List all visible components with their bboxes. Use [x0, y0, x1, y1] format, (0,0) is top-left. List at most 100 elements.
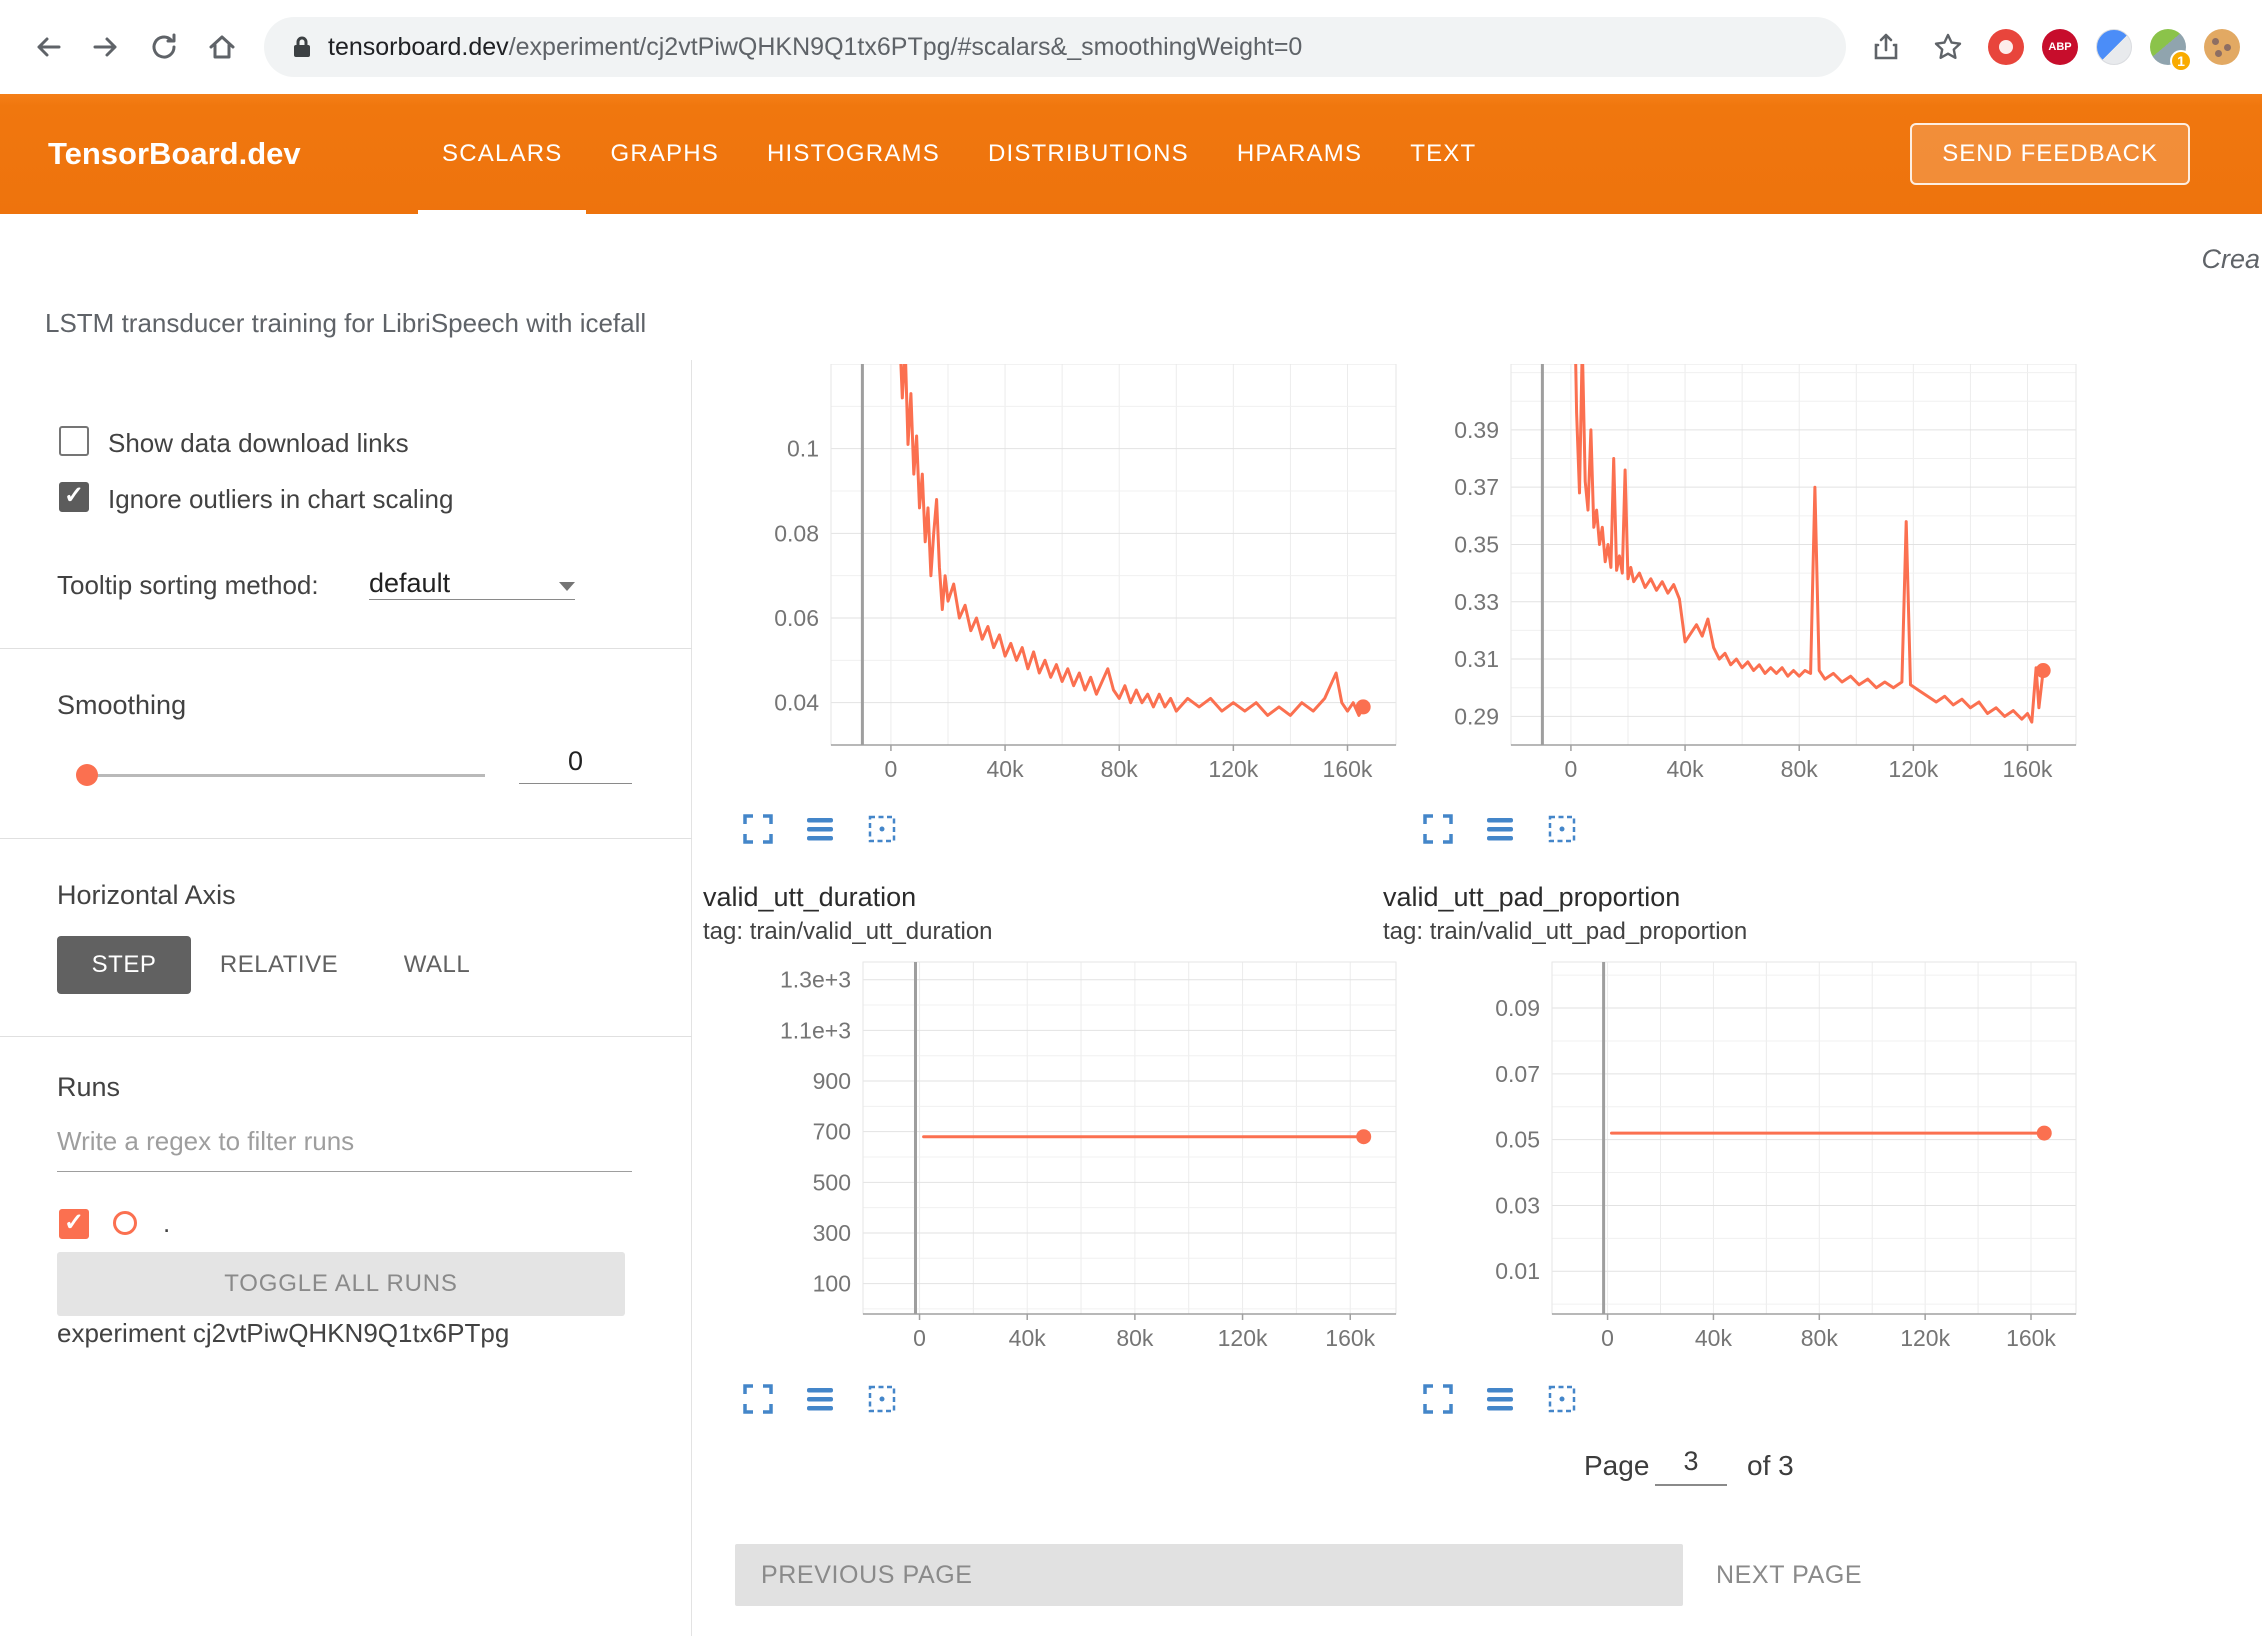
svg-text:1.3e+3: 1.3e+3: [780, 967, 851, 993]
svg-text:500: 500: [813, 1169, 851, 1195]
divider: [0, 1036, 692, 1037]
svg-text:900: 900: [813, 1068, 851, 1094]
svg-text:0.09: 0.09: [1495, 995, 1540, 1021]
toggle-all-runs-button[interactable]: TOGGLE ALL RUNS: [57, 1252, 625, 1316]
fit-domain-icon[interactable]: [1545, 812, 1579, 846]
run-checkbox[interactable]: [59, 1209, 89, 1239]
tab-hparams[interactable]: HPARAMS: [1213, 94, 1386, 214]
svg-text:160k: 160k: [2006, 1325, 2056, 1351]
chart-plot[interactable]: 1003005007009001.1e+31.3e+3040k80k120k16…: [701, 948, 1411, 1378]
axis-wall-button[interactable]: WALL: [382, 936, 492, 994]
forward-icon[interactable]: [84, 25, 128, 69]
runs-menu-icon[interactable]: [803, 812, 837, 846]
run-color-swatch[interactable]: [113, 1211, 137, 1235]
chart-toolbar: [741, 812, 899, 846]
tooltip-sorting-select[interactable]: default: [369, 556, 575, 600]
smoothing-slider-handle[interactable]: [76, 764, 98, 786]
horizontal-axis-label: Horizontal Axis: [57, 880, 236, 911]
runs-menu-icon[interactable]: [1483, 1382, 1517, 1416]
chart-toolbar: [741, 1382, 899, 1416]
svg-text:0: 0: [1601, 1325, 1614, 1351]
svg-text:40k: 40k: [1695, 1325, 1733, 1351]
tab-scalars[interactable]: SCALARS: [418, 94, 586, 214]
fit-domain-icon[interactable]: [865, 1382, 899, 1416]
created-text-clipped: Crea: [2201, 244, 2260, 275]
runs-label: Runs: [57, 1072, 120, 1103]
chevron-down-icon: [559, 582, 575, 591]
tab-histograms[interactable]: HISTOGRAMS: [743, 94, 964, 214]
profile-avatar[interactable]: 1: [2150, 29, 2186, 65]
chart-plot[interactable]: 0.010.030.050.070.09040k80k120k160k: [1381, 948, 2091, 1378]
svg-text:0.1: 0.1: [787, 436, 819, 462]
svg-text:0.06: 0.06: [774, 605, 819, 631]
chart-tag-clipped: tag: train/valid_…: [829, 360, 1289, 363]
back-icon[interactable]: [26, 25, 70, 69]
vpn-extension-icon[interactable]: [2096, 29, 2132, 65]
chart-title: valid_utt_pad_proportion: [1383, 882, 1680, 913]
ignore-outliers-checkbox[interactable]: [59, 482, 89, 512]
svg-text:40k: 40k: [987, 756, 1025, 782]
page-label: Page: [1584, 1450, 1649, 1482]
send-feedback-button[interactable]: SEND FEEDBACK: [1910, 123, 2190, 185]
home-icon[interactable]: [200, 25, 244, 69]
svg-text:160k: 160k: [2003, 756, 2053, 782]
chart-plot[interactable]: 0.040.060.080.1040k80k120k160k: [701, 364, 1411, 800]
abp-label: ABP: [2048, 41, 2071, 53]
tooltip-sorting-label: Tooltip sorting method:: [57, 570, 319, 601]
tab-distributions[interactable]: DISTRIBUTIONS: [964, 94, 1213, 214]
tensorboard-logo: TensorBoard.dev: [48, 136, 348, 172]
axis-step-button[interactable]: STEP: [57, 936, 191, 994]
svg-text:160k: 160k: [1323, 756, 1373, 782]
address-bar[interactable]: tensorboard.dev/experiment/cj2vtPiwQHKN9…: [264, 17, 1846, 77]
cookie-extension-icon[interactable]: [2204, 29, 2240, 65]
chart-tag: tag: train/valid_utt_pad_proportion: [1383, 918, 1747, 946]
svg-text:120k: 120k: [1900, 1325, 1950, 1351]
chart-tag-clipped: tag: train/valid_…: [1509, 360, 1969, 363]
axis-relative-button[interactable]: RELATIVE: [204, 936, 354, 994]
settings-sidebar: Show data download links Ignore outliers…: [0, 360, 692, 1636]
svg-text:0.31: 0.31: [1454, 646, 1499, 672]
tooltip-sorting-value: default: [369, 568, 450, 599]
runs-menu-icon[interactable]: [1483, 812, 1517, 846]
show-download-links-checkbox[interactable]: [59, 426, 89, 456]
svg-text:0.03: 0.03: [1495, 1192, 1540, 1218]
bookmark-star-icon[interactable]: [1926, 25, 1970, 69]
abp-extension-icon[interactable]: ABP: [2042, 29, 2078, 65]
tab-text[interactable]: TEXT: [1386, 94, 1500, 214]
page-number-input[interactable]: 3: [1655, 1446, 1727, 1486]
divider: [0, 648, 692, 649]
svg-text:0.33: 0.33: [1454, 589, 1499, 615]
previous-page-button[interactable]: PREVIOUS PAGE: [735, 1544, 1683, 1606]
url-path: /experiment/cj2vtPiwQHKN9Q1tx6PTpg/#scal…: [509, 33, 1303, 61]
svg-text:120k: 120k: [1208, 756, 1258, 782]
runs-filter-input[interactable]: [57, 1120, 632, 1172]
reload-icon[interactable]: [142, 25, 186, 69]
fit-domain-icon[interactable]: [865, 812, 899, 846]
expand-chart-icon[interactable]: [1421, 812, 1455, 846]
share-icon[interactable]: [1864, 25, 1908, 69]
page-of-label: of 3: [1747, 1450, 1794, 1482]
browser-toolbar: tensorboard.dev/experiment/cj2vtPiwQHKN9…: [0, 0, 2262, 94]
svg-text:0.07: 0.07: [1495, 1061, 1540, 1087]
svg-text:300: 300: [813, 1220, 851, 1246]
tab-graphs[interactable]: GRAPHS: [586, 94, 743, 214]
smoothing-value-input[interactable]: 0: [519, 746, 632, 784]
svg-text:0.04: 0.04: [774, 690, 819, 716]
expand-chart-icon[interactable]: [1421, 1382, 1455, 1416]
runs-menu-icon[interactable]: [803, 1382, 837, 1416]
svg-text:120k: 120k: [1888, 756, 1938, 782]
smoothing-slider-track[interactable]: [88, 774, 485, 777]
experiment-title: LSTM transducer training for LibriSpeech…: [45, 308, 646, 339]
screen: tensorboard.dev/experiment/cj2vtPiwQHKN9…: [0, 0, 2262, 1636]
smoothing-label: Smoothing: [57, 690, 186, 721]
next-page-button[interactable]: NEXT PAGE: [1716, 1544, 1862, 1606]
expand-chart-icon[interactable]: [741, 1382, 775, 1416]
lock-icon: [290, 34, 314, 60]
chart-tag: tag: train/valid_utt_duration: [703, 918, 993, 946]
svg-text:40k: 40k: [1009, 1325, 1047, 1351]
blocker-extension-icon[interactable]: [1988, 29, 2024, 65]
show-download-links-label: Show data download links: [108, 428, 409, 459]
fit-domain-icon[interactable]: [1545, 1382, 1579, 1416]
expand-chart-icon[interactable]: [741, 812, 775, 846]
chart-plot[interactable]: 0.290.310.330.350.370.39040k80k120k160k: [1381, 364, 2091, 800]
